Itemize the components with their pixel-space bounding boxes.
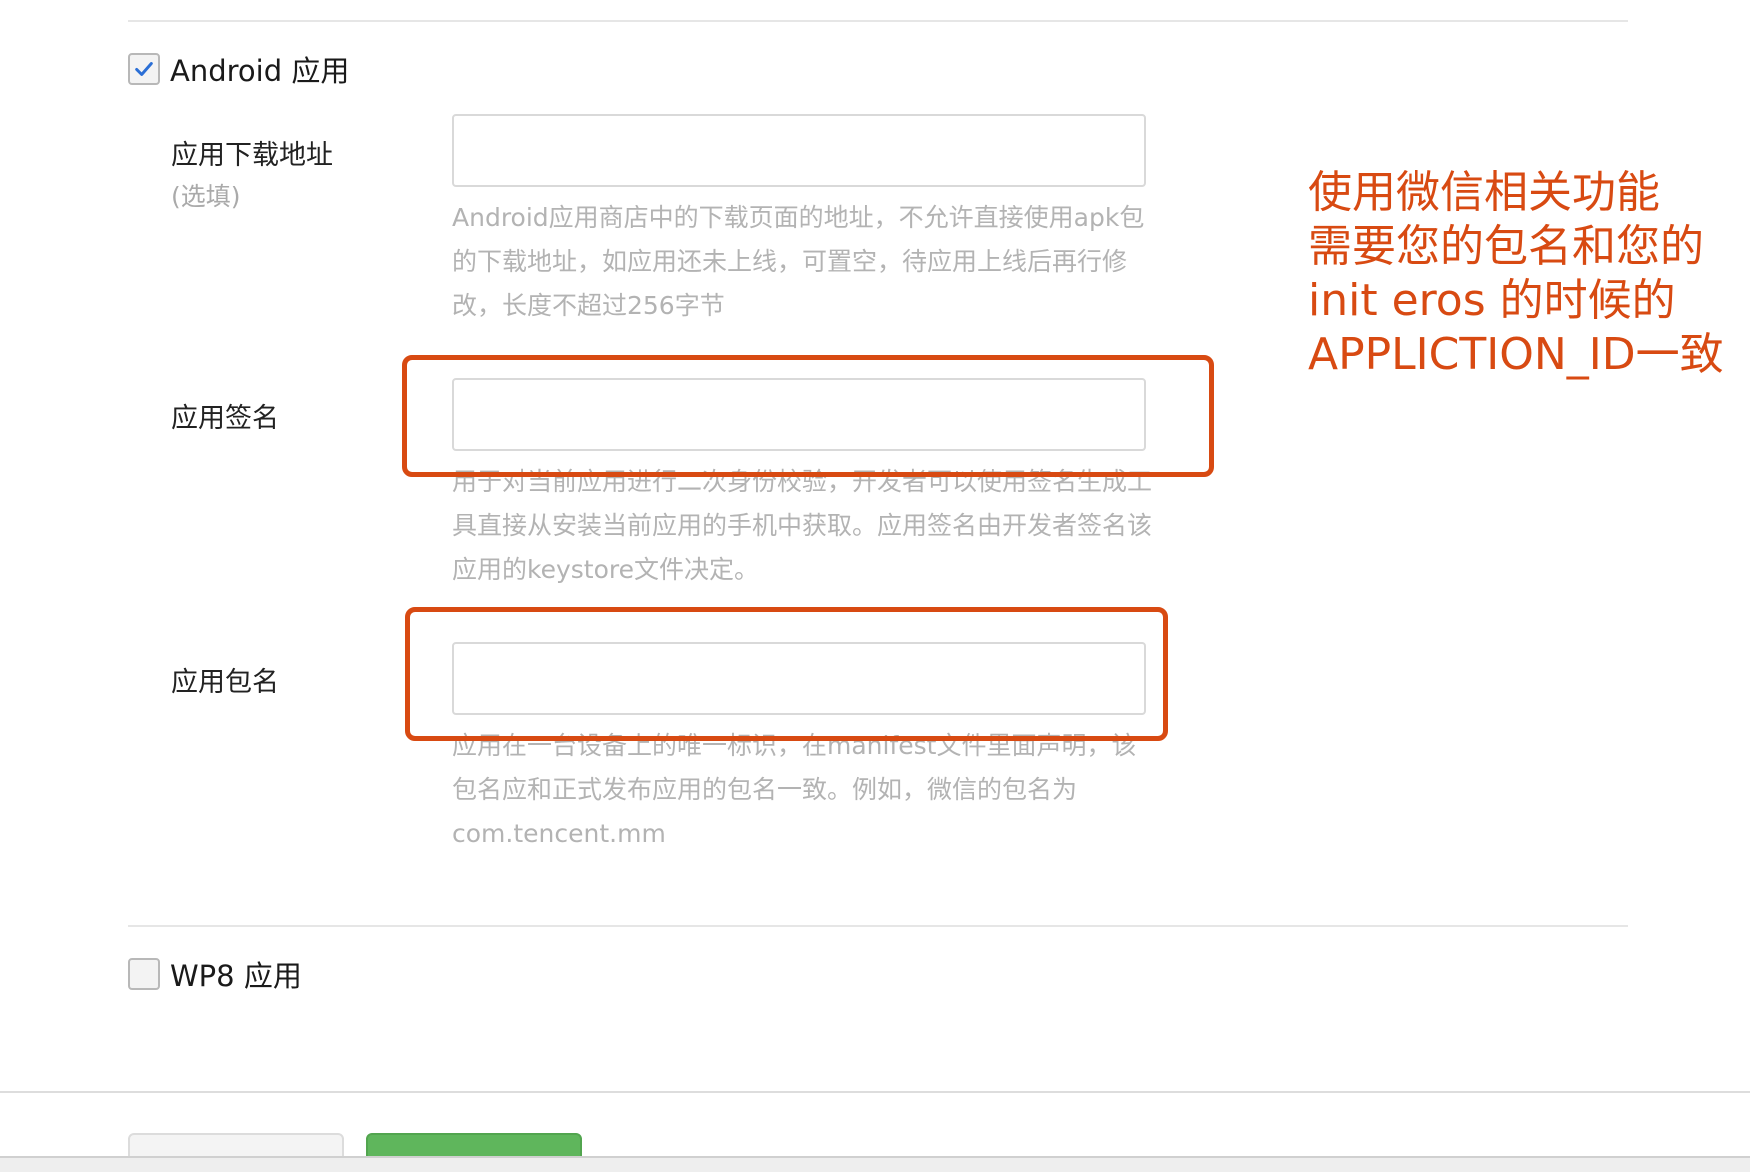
- package-name-highlight-box: [405, 607, 1168, 741]
- android-checkbox[interactable]: [128, 53, 160, 85]
- download-url-input[interactable]: [452, 114, 1146, 187]
- annotation-note: 使用微信相关功能 需要您的包名和您的 init eros 的时候的 APPLIC…: [1308, 167, 1724, 380]
- app-settings-page: Android 应用 应用下载地址 (选填) Android应用商店中的下载页面…: [0, 0, 1750, 1172]
- section-divider-top: [128, 20, 1628, 22]
- wp8-section-label: WP8 应用: [170, 959, 302, 993]
- section-divider-bottom: [0, 1091, 1750, 1093]
- download-url-help: Android应用商店中的下载页面的地址，不允许直接使用apk包的下载地址，如应…: [452, 203, 1145, 320]
- bottom-toolbar: [0, 1156, 1750, 1172]
- signature-label: 应用签名: [171, 403, 279, 434]
- android-section-header: Android 应用: [128, 48, 349, 90]
- package-name-help: 应用在一台设备上的唯一标识，在manifest文件里面声明，该包名应和正式发布应…: [452, 731, 1137, 848]
- download-url-label: 应用下载地址: [171, 140, 333, 171]
- wp8-checkbox[interactable]: [128, 958, 160, 990]
- signature-highlight-box: [402, 355, 1214, 477]
- wp8-section-header: WP8 应用: [128, 953, 302, 995]
- signature-help: 用于对当前应用进行二次身份校验，开发者可以使用签名生成工具直接从安装当前应用的手…: [452, 467, 1153, 584]
- section-divider-middle: [128, 925, 1628, 927]
- download-url-optional: (选填): [171, 182, 241, 211]
- package-name-label: 应用包名: [171, 667, 279, 698]
- checkmark-icon: [135, 62, 153, 76]
- android-section-label: Android 应用: [170, 54, 350, 88]
